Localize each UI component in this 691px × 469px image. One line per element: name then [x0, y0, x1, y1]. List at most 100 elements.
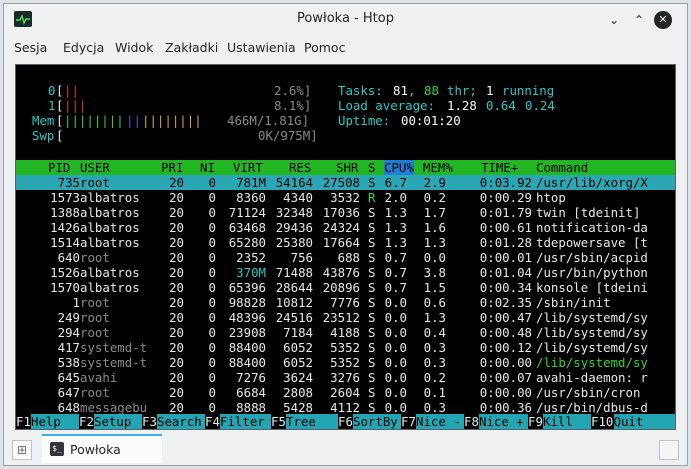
fkey-f6[interactable]: F6 — [338, 414, 353, 429]
keep-above-icon[interactable]: ⌄ — [605, 11, 623, 29]
process-pri: 20 — [169, 175, 184, 190]
col-user[interactable]: USER — [80, 160, 110, 175]
process-time: 0:03.92 — [479, 175, 532, 190]
col-ni[interactable]: NI — [200, 160, 215, 175]
process-row[interactable]: 538 systemd-t 20 0 88400 6052 5352 S 0.0 0.3 0:00.… — [16, 355, 675, 370]
process-cpu: 0.0 — [384, 295, 407, 310]
fkey-f2[interactable]: F2 — [79, 414, 94, 429]
maximize-icon[interactable]: ⌃ — [630, 11, 648, 29]
process-virt: 63468 — [228, 220, 266, 235]
process-cmd: /usr/sbin/cron — [536, 385, 641, 400]
fkey-label-filter[interactable]: Filter — [220, 414, 271, 429]
process-row[interactable]: 1526 albatros 20 0 370M 71488 43876 S 0.7 3.8 0:01… — [16, 265, 675, 280]
process-cpu: 0.0 — [384, 310, 407, 325]
process-pid: 640 — [57, 250, 80, 265]
col-command[interactable]: Command — [536, 160, 588, 175]
fkey-f4[interactable]: F4 — [205, 414, 220, 429]
process-virt: 7276 — [236, 370, 266, 385]
fkey-f9[interactable]: F9 — [528, 414, 543, 429]
process-shr: 20896 — [322, 280, 360, 295]
col-res[interactable]: RES — [289, 160, 311, 175]
col-state[interactable]: S — [368, 160, 375, 175]
col-time[interactable]: TIME+ — [481, 160, 518, 175]
process-ni: 0 — [208, 235, 216, 250]
new-tab-icon[interactable]: ⊞ — [12, 440, 32, 460]
col-virt[interactable]: VIRT — [233, 160, 263, 175]
fkey-label-kill[interactable]: Kill — [543, 414, 591, 429]
tasks-line: Tasks: 81 , 88 thr; 1 running — [338, 83, 555, 98]
process-row[interactable]: 1570 albatros 20 0 65396 28644 20896 S 0.7 1.5 0:0… — [16, 280, 675, 295]
fkey-f8[interactable]: F8 — [464, 414, 479, 429]
fkey-label-search[interactable]: Search — [157, 414, 205, 429]
process-cmd: notification-da — [536, 220, 648, 235]
process-shr: 4112 — [330, 400, 360, 415]
menu-ustawienia[interactable]: Ustawienia — [227, 40, 296, 55]
process-s: S — [368, 250, 376, 265]
process-row[interactable]: 647 root 20 0 6684 2808 2604 S 0.0 0.1 0:00.00/usr… — [16, 385, 675, 400]
fkey-label-quit[interactable]: Quit — [613, 414, 675, 429]
fkey-f1[interactable]: F1 — [16, 414, 31, 429]
process-mem: 0.0 — [423, 250, 446, 265]
fkey-label-tree[interactable]: Tree — [286, 414, 338, 429]
menu-widok[interactable]: Widok — [115, 40, 153, 55]
process-row[interactable]: 1 root 20 0 98828 10812 7776 S 0.0 0.6 0:02.35/sbi… — [16, 295, 675, 310]
process-time: 0:01.28 — [479, 235, 532, 250]
fkey-f10[interactable]: F10 — [591, 414, 613, 429]
process-s: S — [368, 325, 376, 340]
process-row[interactable]: 640 root 20 0 2352 756 688 S 0.7 0.0 0:00.01/usr/s… — [16, 250, 675, 265]
fkey-f5[interactable]: F5 — [271, 414, 286, 429]
process-pri: 20 — [169, 340, 184, 355]
col-pid[interactable]: PID — [48, 160, 70, 175]
close-icon[interactable]: ✕ — [654, 11, 672, 29]
process-ni: 0 — [208, 385, 216, 400]
process-virt: 781M — [236, 175, 266, 190]
fkey-label-nice[interactable]: Nice - — [416, 414, 464, 429]
menu-pomoc[interactable]: Pomoc — [304, 40, 345, 55]
process-user: albatros — [80, 205, 140, 220]
fkey-label-setup[interactable]: Setup — [94, 414, 142, 429]
process-row[interactable]: 1426 albatros 20 0 63468 29436 24324 S 1.3 1.6 0:0… — [16, 220, 675, 235]
fkey-f7[interactable]: F7 — [401, 414, 416, 429]
col-mem[interactable]: MEM% — [423, 160, 453, 175]
process-s: S — [368, 265, 376, 280]
col-cpu[interactable]: CPU% — [384, 160, 414, 175]
process-pid: 647 — [57, 385, 80, 400]
menu-sesja[interactable]: Sesja — [14, 40, 47, 55]
col-pri[interactable]: PRI — [161, 160, 183, 175]
col-shr[interactable]: SHR — [336, 160, 358, 175]
process-row[interactable]: 249 root 20 0 48396 24516 23512 S 0.0 1.3 0:00.47 /… — [16, 310, 675, 325]
fkey-label-help[interactable]: Help — [31, 414, 79, 429]
fkey-f3[interactable]: F3 — [142, 414, 157, 429]
process-row[interactable]: 294 root 20 0 23908 7184 4188 S 0.0 0.4 0:00.48/li… — [16, 325, 675, 340]
process-ni: 0 — [208, 310, 216, 325]
process-ni: 0 — [208, 400, 216, 415]
process-cpu: 0.7 — [384, 265, 407, 280]
process-s: S — [368, 385, 376, 400]
process-res: 6052 — [283, 355, 313, 370]
process-s: S — [368, 370, 376, 385]
process-mem: 1.3 — [423, 235, 446, 250]
fkey-label-nice[interactable]: Nice + — [479, 414, 528, 429]
menu-zakladki[interactable]: Zakładki — [165, 40, 218, 55]
process-row[interactable]: 1514 albatros 20 0 65280 25380 17664 S 1.3 1.3 0:0… — [16, 235, 675, 250]
menu-edycja[interactable]: Edycja — [63, 40, 104, 55]
process-row[interactable]: 648 messagebu 20 0 8888 5428 4112 S 0.0 0.3 0:00.3… — [16, 400, 675, 415]
process-row[interactable]: 645 avahi 20 0 7276 3624 3276 S 0.0 0.2 0:00.07 ava… — [16, 370, 675, 385]
process-mem: 0.1 — [423, 385, 446, 400]
close-tab-icon[interactable] — [659, 440, 679, 460]
terminal-area[interactable]: 0 [ || 2.6%] 1 [ ||| 8.1%] Mem [ |||||||… — [15, 64, 676, 430]
process-virt: 2352 — [236, 250, 266, 265]
process-pid: 1573 — [50, 190, 80, 205]
fkey-label-sortby[interactable]: SortBy — [353, 414, 401, 429]
process-row[interactable]: 1388 albatros 20 0 71124 32348 17036 S 1.3 1.7 0:0… — [16, 205, 675, 220]
process-virt: 71124 — [228, 205, 266, 220]
process-cmd: tdepowersave [t — [536, 235, 648, 250]
process-mem: 1.6 — [423, 220, 446, 235]
title-bar[interactable]: Powłoka - Htop ⌄ ⌃ ✕ — [4, 4, 687, 34]
process-ni: 0 — [208, 205, 216, 220]
process-row[interactable]: 417 systemd-t 20 0 88400 6052 5352 S 0.0 0.3 0:00.… — [16, 340, 675, 355]
process-row[interactable]: 1573 albatros 20 0 8360 4340 3532 R 2.0 0.2 0:00.2… — [16, 190, 675, 205]
process-row[interactable]: 735 root 20 0 781M 54164 27508 S 6.7 2.9 0:03.92/u… — [16, 175, 675, 190]
tab-powloka[interactable]: $_ Powłoka — [42, 434, 162, 463]
process-res: 28644 — [275, 280, 313, 295]
